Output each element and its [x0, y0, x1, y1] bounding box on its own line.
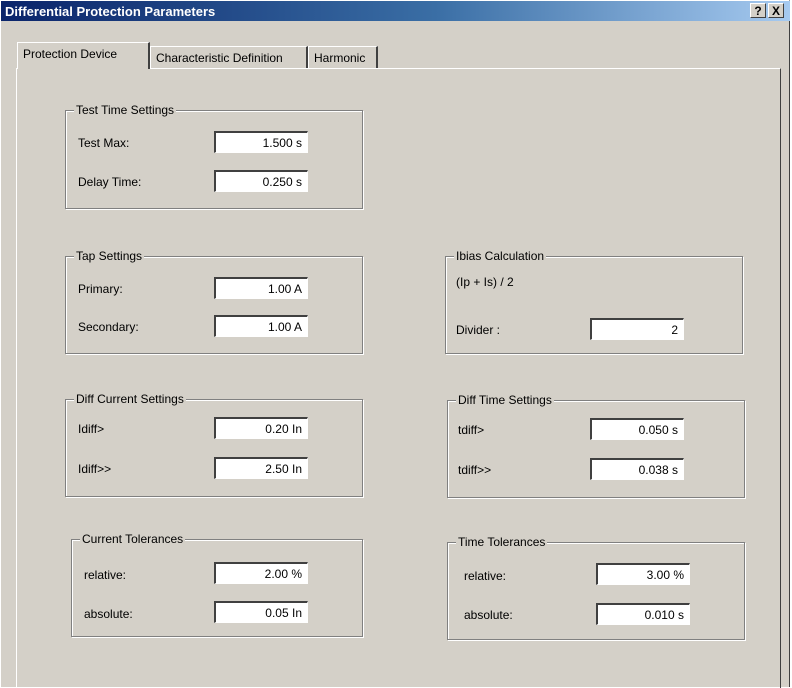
- group-title: Ibias Calculation: [454, 249, 547, 263]
- test-max-label: Test Max:: [78, 136, 130, 150]
- primary-field[interactable]: 1.00 A: [214, 277, 308, 299]
- idiff-high-field[interactable]: 2.50 In: [214, 457, 308, 479]
- time-tolerances-group: Time Tolerances relative: 3.00 % absolut…: [447, 535, 745, 640]
- divider-field[interactable]: 2: [590, 318, 684, 340]
- group-title: Time Tolerances: [456, 535, 548, 549]
- group-title: Diff Time Settings: [456, 393, 554, 407]
- time-relative-field[interactable]: 3.00 %: [596, 563, 690, 585]
- tdiff-label: tdiff>: [458, 423, 485, 437]
- delay-time-label: Delay Time:: [78, 175, 142, 189]
- time-absolute-field[interactable]: 0.010 s: [596, 603, 690, 625]
- test-max-field[interactable]: 1.500 s: [214, 131, 308, 153]
- tdiff-field[interactable]: 0.050 s: [590, 418, 684, 440]
- current-relative-label: relative:: [84, 568, 127, 582]
- group-title: Tap Settings: [74, 249, 145, 263]
- group-title: Test Time Settings: [74, 103, 177, 117]
- diff-current-settings-group: Diff Current Settings Idiff> 0.20 In Idi…: [65, 392, 363, 497]
- current-absolute-field[interactable]: 0.05 In: [214, 601, 308, 623]
- current-relative-field[interactable]: 2.00 %: [214, 562, 308, 584]
- dialog-window: Differential Protection Parameters ? X P…: [0, 0, 790, 688]
- secondary-field[interactable]: 1.00 A: [214, 315, 308, 337]
- secondary-label: Secondary:: [78, 320, 139, 334]
- test-time-settings-group: Test Time Settings Test Max: 1.500 s Del…: [65, 103, 363, 209]
- idiff-field[interactable]: 0.20 In: [214, 417, 308, 439]
- title-bar: Differential Protection Parameters ? X: [1, 1, 790, 21]
- primary-label: Primary:: [78, 282, 123, 296]
- tab-characteristic-definition[interactable]: Characteristic Definition: [150, 46, 308, 68]
- group-title: Diff Current Settings: [74, 392, 186, 406]
- idiff-high-label: Idiff>>: [78, 462, 112, 476]
- delay-time-field[interactable]: 0.250 s: [214, 170, 308, 192]
- window-title: Differential Protection Parameters: [5, 4, 216, 19]
- close-button[interactable]: X: [768, 3, 784, 18]
- tdiff-high-field[interactable]: 0.038 s: [590, 458, 684, 480]
- group-title: Current Tolerances: [80, 532, 186, 546]
- tdiff-high-label: tdiff>>: [458, 463, 492, 477]
- time-absolute-label: absolute:: [464, 608, 513, 622]
- ibias-formula: (Ip + Is) / 2: [456, 275, 514, 289]
- tab-panel-protection-device: Test Time Settings Test Max: 1.500 s Del…: [16, 68, 781, 688]
- tab-harmonic[interactable]: Harmonic: [308, 46, 378, 68]
- divider-label: Divider :: [456, 323, 501, 337]
- help-button[interactable]: ?: [750, 3, 766, 18]
- current-absolute-label: absolute:: [84, 607, 133, 621]
- tap-settings-group: Tap Settings Primary: 1.00 A Secondary: …: [65, 249, 363, 354]
- current-tolerances-group: Current Tolerances relative: 2.00 % abso…: [71, 532, 363, 637]
- tab-protection-device[interactable]: Protection Device: [17, 42, 150, 69]
- time-relative-label: relative:: [464, 569, 507, 583]
- idiff-label: Idiff>: [78, 422, 105, 436]
- ibias-calculation-group: Ibias Calculation (Ip + Is) / 2 Divider …: [445, 249, 743, 354]
- diff-time-settings-group: Diff Time Settings tdiff> 0.050 s tdiff>…: [447, 393, 745, 498]
